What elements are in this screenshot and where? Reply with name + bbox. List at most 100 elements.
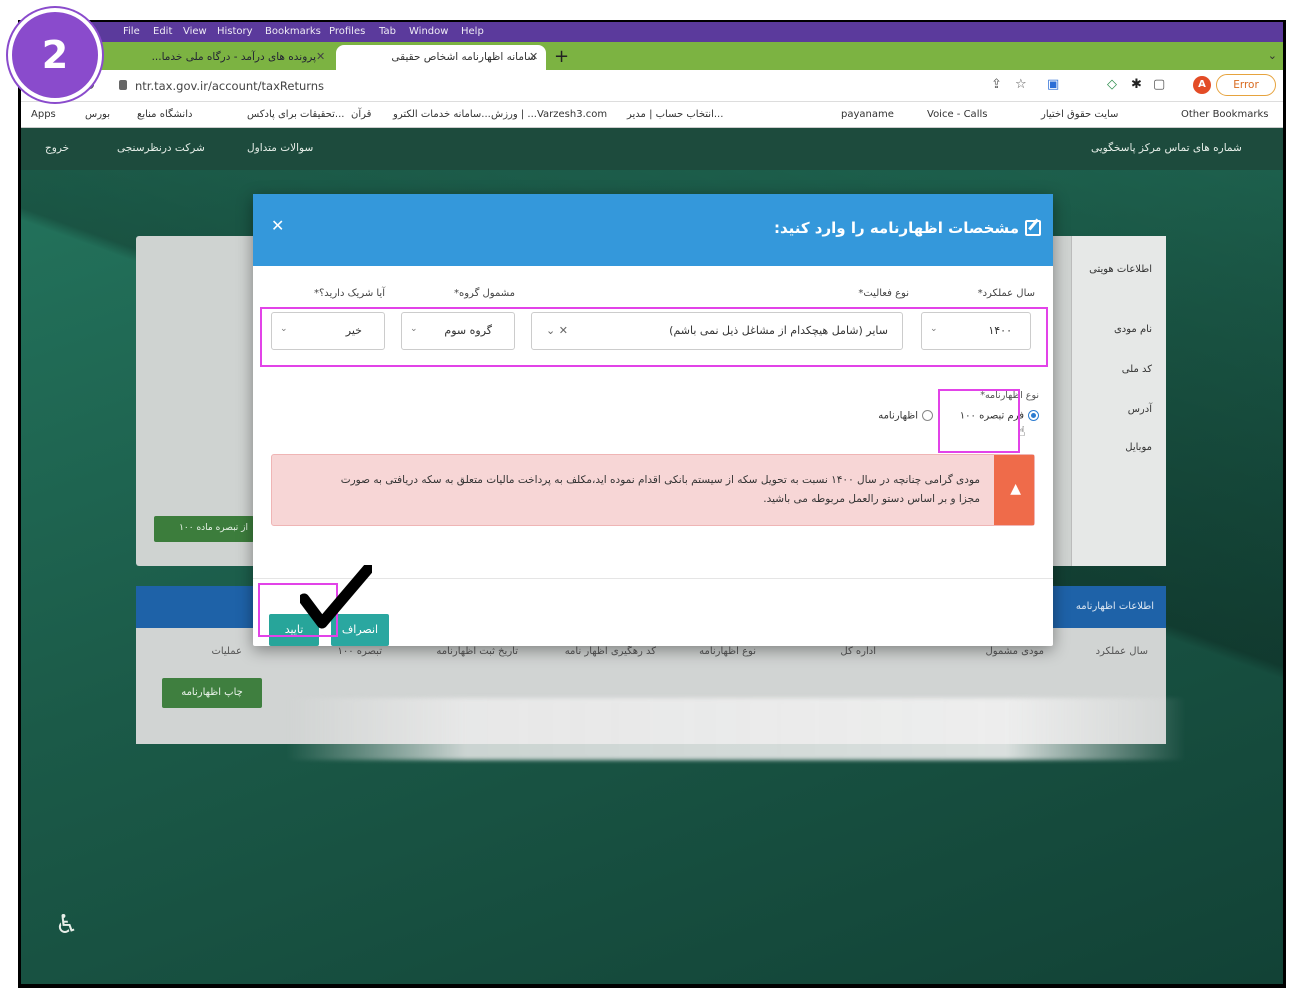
share-icon[interactable]: ⇪ <box>991 77 1002 92</box>
checkmark-icon <box>300 565 372 629</box>
coin-tax-alert: ▲ مودی گرامی چنانچه در سال ۱۴۰۰ نسبت به … <box>271 454 1035 526</box>
lock-icon[interactable] <box>119 80 127 90</box>
declaration-type-label: نوع اظهارنامه* <box>980 390 1039 401</box>
bookmark-other[interactable]: Other Bookmarks <box>1181 109 1268 120</box>
partner-label: آیا شریک دارید؟* <box>314 288 385 299</box>
radio-form-100[interactable]: فرم تبصره ۱۰۰ <box>960 410 1039 422</box>
column-header: تاریخ ثبت اظهارنامه <box>436 646 518 657</box>
bookmark-item[interactable]: انتخاب حساب | مدیر... <box>627 109 723 120</box>
accessibility-icon[interactable]: ♿ <box>55 910 83 946</box>
tab-bar: پرونده های درآمد - درگاه ملی خدما... ✕ س… <box>21 42 1283 70</box>
star-icon[interactable]: ☆ <box>1015 77 1027 92</box>
alert-side: ▲ <box>994 455 1034 525</box>
column-header: نوع اظهارنامه <box>699 646 756 657</box>
survey-link[interactable]: شرکت درنظرسنجی <box>117 142 205 154</box>
bookmark-item[interactable]: payaname <box>841 109 894 120</box>
declarations-heading: اطلاعات اظهارنامه <box>1075 601 1154 612</box>
chevron-down-icon: ⌄ <box>410 324 418 334</box>
clear-icon[interactable]: ⌄ ✕ <box>546 324 568 337</box>
site-header: خروج شرکت درنظرسنجی سوالات متداول شماره … <box>21 128 1283 170</box>
bookmark-item[interactable]: سامانه خدمات الکترو... <box>393 109 491 120</box>
menu-bookmarks[interactable]: Bookmarks <box>265 26 321 37</box>
extensions-icon[interactable]: ✱ <box>1131 77 1142 92</box>
menu-help[interactable]: Help <box>461 26 484 37</box>
warning-icon: ▲ <box>1010 481 1021 497</box>
radio-declaration[interactable]: اظهارنامه <box>878 410 933 422</box>
activity-label: نوع فعالیت* <box>858 288 909 299</box>
identity-field-label: نام مودی <box>1113 324 1152 335</box>
faq-link[interactable]: سوالات متداول <box>247 142 313 154</box>
chevron-down-icon: ⌄ <box>280 324 288 334</box>
shield-icon[interactable]: ◇ <box>1107 77 1117 92</box>
group-select[interactable]: گروه سوم ⌄ <box>401 312 515 350</box>
year-select[interactable]: ۱۴۰۰ ⌄ <box>921 312 1031 350</box>
column-header: اداره کل <box>840 646 876 657</box>
menu-file[interactable]: File <box>123 26 140 37</box>
partner-value: خیر <box>345 324 362 337</box>
bookmark-item[interactable]: سایت حقوق اختیار <box>1041 109 1118 120</box>
blurred-row <box>286 698 1186 760</box>
close-icon[interactable]: ✕ <box>529 50 538 63</box>
close-icon[interactable]: ✕ <box>316 50 325 63</box>
bookmark-item[interactable]: تحقیقات برای پادکس... <box>247 109 344 120</box>
bookmark-item[interactable]: بورس <box>85 109 110 120</box>
chevron-down-icon[interactable]: ⌄ <box>1268 49 1277 62</box>
step-badge: 2 <box>8 8 102 102</box>
note-100-button[interactable]: از تبصره ماده ۱۰۰ <box>154 516 254 542</box>
mac-menubar: File Edit View History Bookmarks Profile… <box>21 22 1283 42</box>
translate-icon[interactable]: ▣ <box>1047 77 1059 92</box>
bookmark-item[interactable]: Voice - Calls <box>927 109 987 120</box>
radio-unchecked-icon[interactable] <box>922 410 933 421</box>
column-header: مودی مشمول <box>985 646 1044 657</box>
chevron-down-icon: ⌄ <box>930 324 938 334</box>
modal-title: مشخصات اظهارنامه را وارد کنید: <box>773 219 1019 237</box>
screen: File Edit View History Bookmarks Profile… <box>21 22 1283 984</box>
bookmark-apps[interactable]: Apps <box>31 109 56 120</box>
radio-label: اظهارنامه <box>878 410 918 422</box>
pointer-hand-icon: ☝ <box>1017 424 1026 440</box>
column-header: عملیات <box>211 646 242 657</box>
new-tab-icon[interactable]: + <box>554 46 569 67</box>
tab-label: سامانه اظهارنامه اشخاص حقیقی <box>391 51 536 63</box>
identity-heading: اطلاعات هویتی <box>1089 264 1152 275</box>
identity-field-label: آدرس <box>1127 404 1152 415</box>
radio-checked-icon[interactable] <box>1028 410 1039 421</box>
exit-link[interactable]: خروج <box>45 142 69 154</box>
tab-label: پرونده های درآمد - درگاه ملی خدما... <box>151 51 316 63</box>
menu-view[interactable]: View <box>183 26 207 37</box>
column-header: سال عملکرد <box>1095 646 1148 657</box>
edit-icon <box>1025 220 1041 236</box>
support-phones-link[interactable]: شماره های تماس مرکز پاسخگویی <box>1091 142 1242 154</box>
partner-select[interactable]: خیر ⌄ <box>271 312 385 350</box>
identity-field-label: موبایل <box>1125 442 1152 453</box>
activity-select[interactable]: سایر (شامل هیچکدام از مشاغل ذیل نمی باشم… <box>531 312 903 350</box>
identity-sidebar: اطلاعات هویتی نام مودی کد ملی آدرس موبای… <box>1071 236 1166 566</box>
browser-toolbar: ↻ ntr.tax.gov.ir/account/taxReturns ⇪ ☆ … <box>21 70 1283 102</box>
year-value: ۱۴۰۰ <box>988 324 1012 337</box>
group-label: مشمول گروه* <box>453 288 515 299</box>
declaration-modal: مشخصات اظهارنامه را وارد کنید: ✕ سال عمل… <box>253 194 1053 646</box>
menu-tab[interactable]: Tab <box>379 26 396 37</box>
column-header: تبصره ۱۰۰ <box>337 646 382 657</box>
modal-header: مشخصات اظهارنامه را وارد کنید: ✕ <box>253 194 1053 266</box>
address-bar[interactable]: ntr.tax.gov.ir/account/taxReturns <box>135 79 324 93</box>
sidepanel-icon[interactable]: ▢ <box>1153 77 1165 92</box>
bookmark-item[interactable]: قرآن <box>351 109 371 120</box>
avatar[interactable]: A <box>1193 76 1211 94</box>
column-header: کد رهگیری اظهار نامه <box>564 646 656 657</box>
identity-field-label: کد ملی <box>1121 364 1152 375</box>
year-label: سال عملکرد* <box>977 288 1035 299</box>
menu-history[interactable]: History <box>217 26 253 37</box>
bookmark-item[interactable]: دانشگاه منابع <box>137 109 192 120</box>
menu-profiles[interactable]: Profiles <box>329 26 365 37</box>
menu-window[interactable]: Window <box>409 26 448 37</box>
activity-value: سایر (شامل هیچکدام از مشاغل ذیل نمی باشم… <box>669 324 888 337</box>
bookmark-item[interactable]: ورزش | ...Varzesh3.com <box>491 109 607 120</box>
tab-tax-returns[interactable]: سامانه اظهارنامه اشخاص حقیقی ✕ <box>336 45 546 70</box>
menu-edit[interactable]: Edit <box>153 26 172 37</box>
tab-income-files[interactable]: پرونده های درآمد - درگاه ملی خدما... ✕ <box>121 45 326 70</box>
bookmarks-bar: Apps بورس دانشگاه منابع تحقیقات برای پاد… <box>21 102 1283 128</box>
error-button[interactable]: Error <box>1216 74 1276 96</box>
close-icon[interactable]: ✕ <box>271 216 284 235</box>
print-declaration-button[interactable]: چاپ اظهارنامه <box>162 678 262 708</box>
